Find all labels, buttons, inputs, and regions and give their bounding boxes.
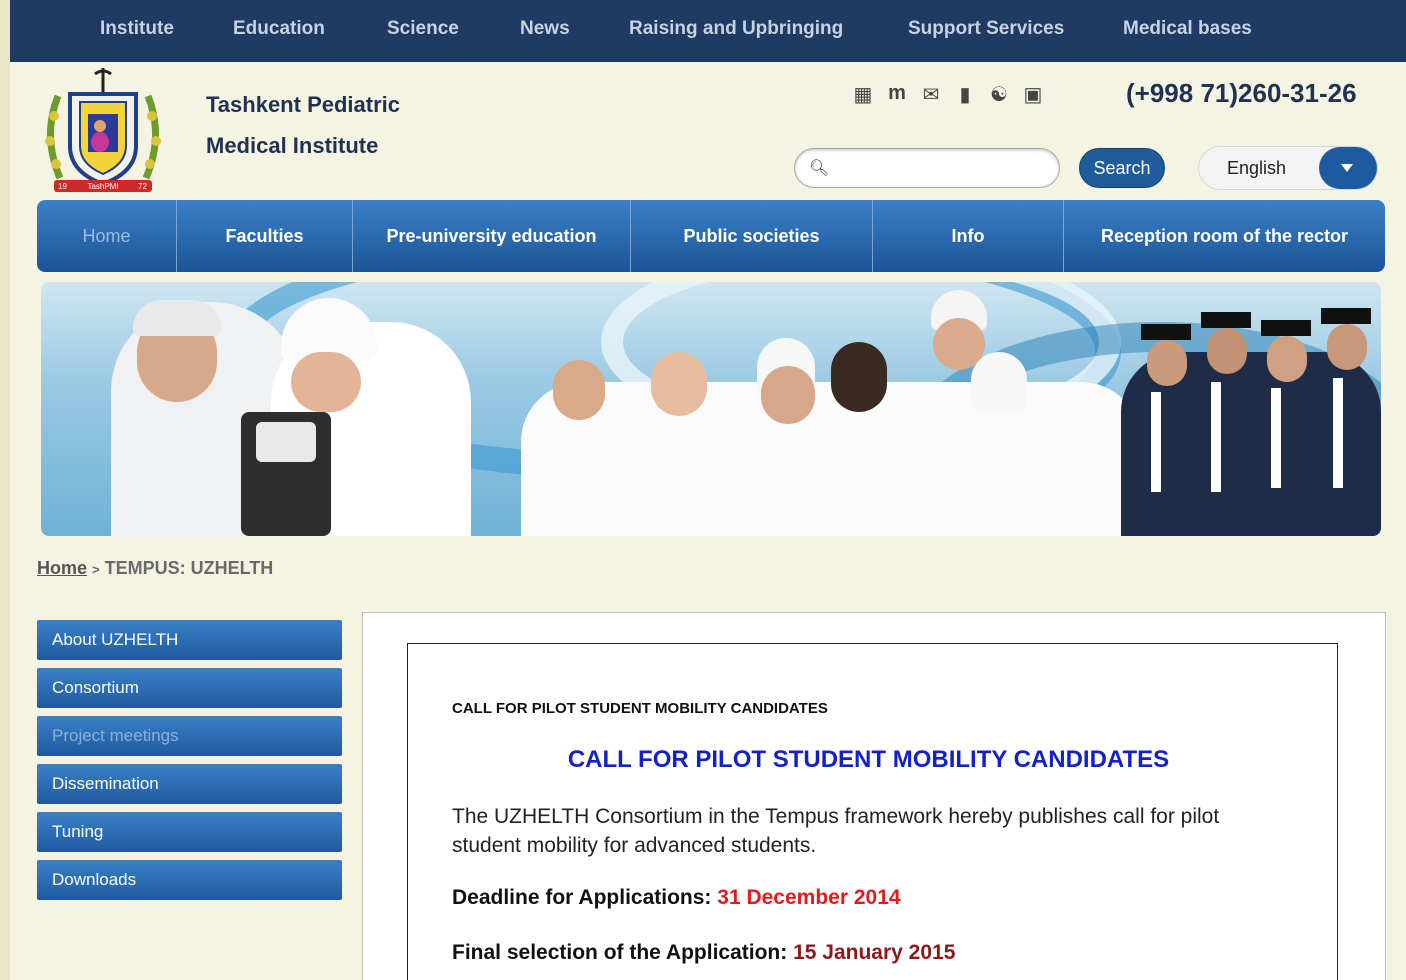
topnav-news[interactable]: News [520, 18, 570, 40]
article-small-title: CALL FOR PILOT STUDENT MOBILITY CANDIDAT… [452, 700, 828, 717]
mainnav-pre-university[interactable]: Pre-university education [353, 200, 631, 272]
search-button[interactable]: Search [1079, 148, 1165, 188]
institute-name-line2: Medical Institute [206, 133, 379, 158]
institute-name-line1: Tashkent Pediatric [206, 92, 400, 117]
mainnav-info[interactable]: Info [873, 200, 1064, 272]
article-box: CALL FOR PILOT STUDENT MOBILITY CANDIDAT… [407, 643, 1338, 980]
side-item-tuning[interactable]: Tuning [37, 812, 342, 852]
library-icon[interactable]: ▣ [1018, 82, 1048, 107]
topnav-support-services[interactable]: Support Services [908, 18, 1064, 40]
document-icon[interactable]: ▦ [848, 82, 878, 107]
slide-left-strip [0, 0, 10, 980]
search-input[interactable] [829, 157, 1049, 179]
language-select[interactable]: English [1198, 146, 1378, 190]
side-item-consortium[interactable]: Consortium [37, 668, 342, 708]
page: Institute Education Science News Raising… [10, 0, 1406, 980]
side-item-downloads[interactable]: Downloads [37, 860, 342, 900]
topnav-raising-upbringing[interactable]: Raising and Upbringing [629, 18, 843, 40]
topnav-institute[interactable]: Institute [100, 18, 174, 40]
moodle-icon[interactable]: m [882, 82, 912, 107]
breadcrumb-home-link[interactable]: Home [37, 558, 87, 578]
deadline-value: 31 December 2014 [717, 886, 901, 909]
breadcrumb: Home > TEMPUS: UZHELTH [37, 558, 273, 579]
phone-number: (+998 71)260-31-26 [1126, 78, 1357, 108]
search-icon: 🔍︎ [809, 160, 830, 177]
content-panel: CALL FOR PILOT STUDENT MOBILITY CANDIDAT… [362, 612, 1386, 980]
deadline-label: Deadline for Applications: [452, 886, 712, 909]
side-item-project-meetings[interactable]: Project meetings [37, 716, 342, 756]
mail-icon[interactable]: ✉ [916, 82, 946, 107]
topnav-science[interactable]: Science [387, 18, 459, 40]
search-field[interactable]: 🔍︎ [794, 148, 1060, 188]
phone-book-icon[interactable]: ▮ [950, 82, 980, 107]
side-item-about-uzhelth[interactable]: About UZHELTH [37, 620, 342, 660]
logo-text: TashPMI [87, 182, 118, 191]
breadcrumb-separator: > [92, 562, 100, 577]
language-selected: English [1227, 158, 1287, 178]
chevron-down-icon[interactable] [1319, 147, 1377, 189]
selection-value: 15 January 2015 [793, 941, 956, 964]
article-title: CALL FOR PILOT STUDENT MOBILITY CANDIDAT… [567, 746, 1170, 773]
mainnav-reception-rector[interactable]: Reception room of the rector [1064, 200, 1385, 272]
header-icons: ▦ m ✉ ▮ ☯ ▣ [848, 82, 1052, 107]
mainnav-home[interactable]: Home [37, 200, 177, 272]
main-navigation: Home Faculties Pre-university education … [37, 200, 1385, 272]
side-item-dissemination[interactable]: Dissemination [37, 764, 342, 804]
side-menu: About UZHELTH Consortium Project meeting… [37, 620, 342, 908]
logo-year-right: 72 [138, 182, 147, 191]
topnav-education[interactable]: Education [233, 18, 325, 40]
institute-logo[interactable]: TashPMI 19 72 [40, 66, 166, 196]
mainnav-faculties[interactable]: Faculties [177, 200, 353, 272]
top-navigation: Institute Education Science News Raising… [10, 0, 1406, 62]
logo-year-left: 19 [58, 182, 67, 191]
selection-line: Final selection of the Application: 15 J… [452, 941, 955, 965]
breadcrumb-current: TEMPUS: UZHELTH [104, 558, 274, 578]
sitemap-icon[interactable]: ☯ [984, 82, 1014, 107]
selection-label: Final selection of the Application: [452, 941, 788, 964]
header-banner-image [41, 282, 1381, 536]
topnav-medical-bases[interactable]: Medical bases [1123, 18, 1252, 40]
mainnav-public-societies[interactable]: Public societies [631, 200, 873, 272]
deadline-line: Deadline for Applications: 31 December 2… [452, 886, 901, 910]
article-paragraph: The UZHELTH Consortium in the Tempus fra… [452, 805, 1220, 857]
